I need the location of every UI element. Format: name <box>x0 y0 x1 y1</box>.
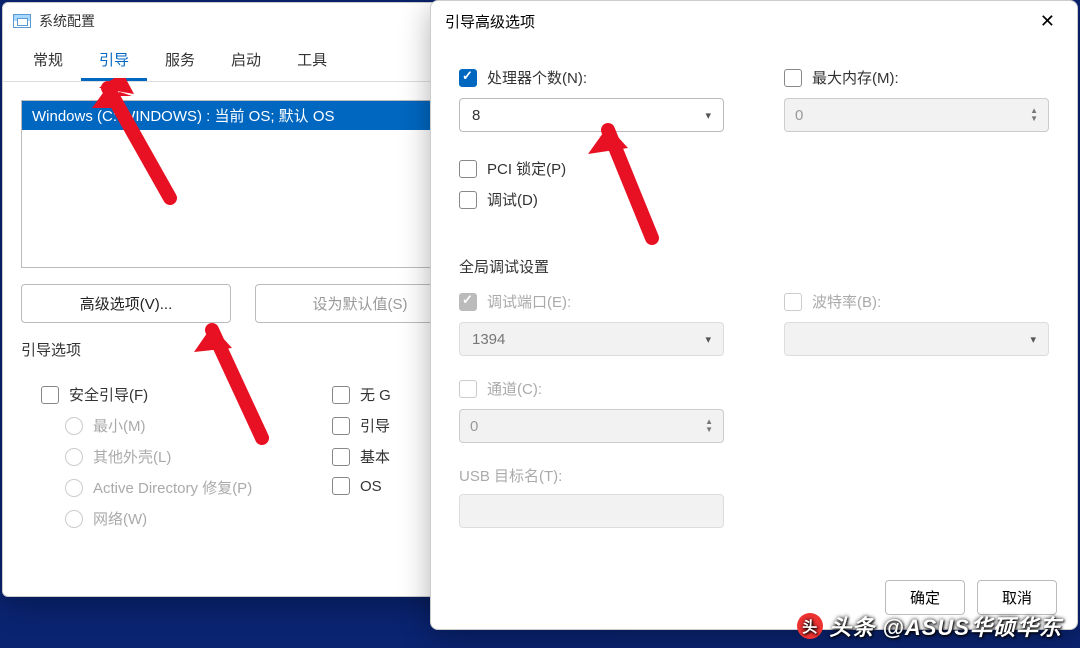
pci-lock-label: PCI 锁定(P) <box>487 158 566 179</box>
chevron-down-icon: ▾ <box>705 333 711 346</box>
baud-checkbox <box>784 293 802 311</box>
max-memory-checkbox[interactable] <box>784 69 802 87</box>
safe-boot-checkbox[interactable] <box>41 386 59 404</box>
advanced-boot-dialog: 引导高级选项 ✕ 处理器个数(N): 8 ▾ PCI 锁定(P) 调试(D) 最… <box>430 0 1078 630</box>
usb-target-input <box>459 494 724 528</box>
bootlog-checkbox[interactable] <box>332 417 350 435</box>
tab-general[interactable]: 常规 <box>15 39 81 81</box>
radio-network-label: 网络(W) <box>93 508 147 529</box>
baud-label: 波特率(B): <box>812 291 881 312</box>
global-debug-title: 全局调试设置 <box>459 256 1049 277</box>
radio-adrepair-label: Active Directory 修复(P) <box>93 477 252 498</box>
radio-altshell-label: 其他外壳(L) <box>93 446 171 467</box>
max-memory-label: 最大内存(M): <box>812 67 899 88</box>
cpu-count-checkbox[interactable] <box>459 69 477 87</box>
pci-lock-checkbox[interactable] <box>459 160 477 178</box>
debug-port-combo: 1394 ▾ <box>459 322 724 356</box>
spin-buttons-icon: ▲▼ <box>705 418 713 434</box>
tab-tools[interactable]: 工具 <box>279 39 345 81</box>
max-memory-value: 0 <box>795 107 803 124</box>
usb-target-label: USB 目标名(T): <box>459 465 724 486</box>
baud-combo: ▾ <box>784 322 1049 356</box>
radio-minimal <box>65 417 83 435</box>
advanced-options-button[interactable]: 高级选项(V)... <box>21 284 231 323</box>
spin-buttons-icon: ▲▼ <box>1030 107 1038 123</box>
basevideo-label: 基本 <box>360 446 390 467</box>
tab-boot[interactable]: 引导 <box>81 39 147 81</box>
radio-minimal-label: 最小(M) <box>93 415 146 436</box>
channel-value: 0 <box>470 418 478 435</box>
cpu-count-combo[interactable]: 8 ▾ <box>459 98 724 132</box>
debug-checkbox[interactable] <box>459 191 477 209</box>
advdlg-titlebar: 引导高级选项 ✕ <box>431 1 1077 41</box>
radio-altshell <box>65 448 83 466</box>
channel-label: 通道(C): <box>487 378 542 399</box>
cpu-count-value: 8 <box>472 107 480 124</box>
safe-boot-label: 安全引导(F) <box>69 384 148 405</box>
channel-spin: 0 ▲▼ <box>459 409 724 443</box>
nogui-label: 无 G <box>360 384 391 405</box>
debug-port-value: 1394 <box>472 331 505 348</box>
watermark-text: 头条 @ASUS华硕华东 <box>829 610 1062 642</box>
watermark: 头 头条 @ASUS华硕华东 <box>797 610 1062 642</box>
radio-adrepair <box>65 479 83 497</box>
watermark-icon: 头 <box>797 613 823 639</box>
chevron-down-icon: ▾ <box>1030 333 1036 346</box>
max-memory-spin: 0 ▲▼ <box>784 98 1049 132</box>
debug-port-checkbox <box>459 293 477 311</box>
cpu-count-label: 处理器个数(N): <box>487 67 587 88</box>
osbootinfo-checkbox[interactable] <box>332 477 350 495</box>
tab-services[interactable]: 服务 <box>147 39 213 81</box>
tab-startup[interactable]: 启动 <box>213 39 279 81</box>
basevideo-checkbox[interactable] <box>332 448 350 466</box>
chevron-down-icon: ▾ <box>705 109 711 122</box>
osbootinfo-label: OS <box>360 478 382 495</box>
channel-checkbox <box>459 380 477 398</box>
msconfig-title: 系统配置 <box>39 11 95 31</box>
bootlog-label: 引导 <box>360 415 390 436</box>
advdlg-title: 引导高级选项 <box>445 11 535 32</box>
debug-label: 调试(D) <box>487 189 538 210</box>
radio-network <box>65 510 83 528</box>
msconfig-icon <box>13 14 31 28</box>
nogui-checkbox[interactable] <box>332 386 350 404</box>
debug-port-label: 调试端口(E): <box>487 291 571 312</box>
close-icon[interactable]: ✕ <box>1032 7 1063 36</box>
